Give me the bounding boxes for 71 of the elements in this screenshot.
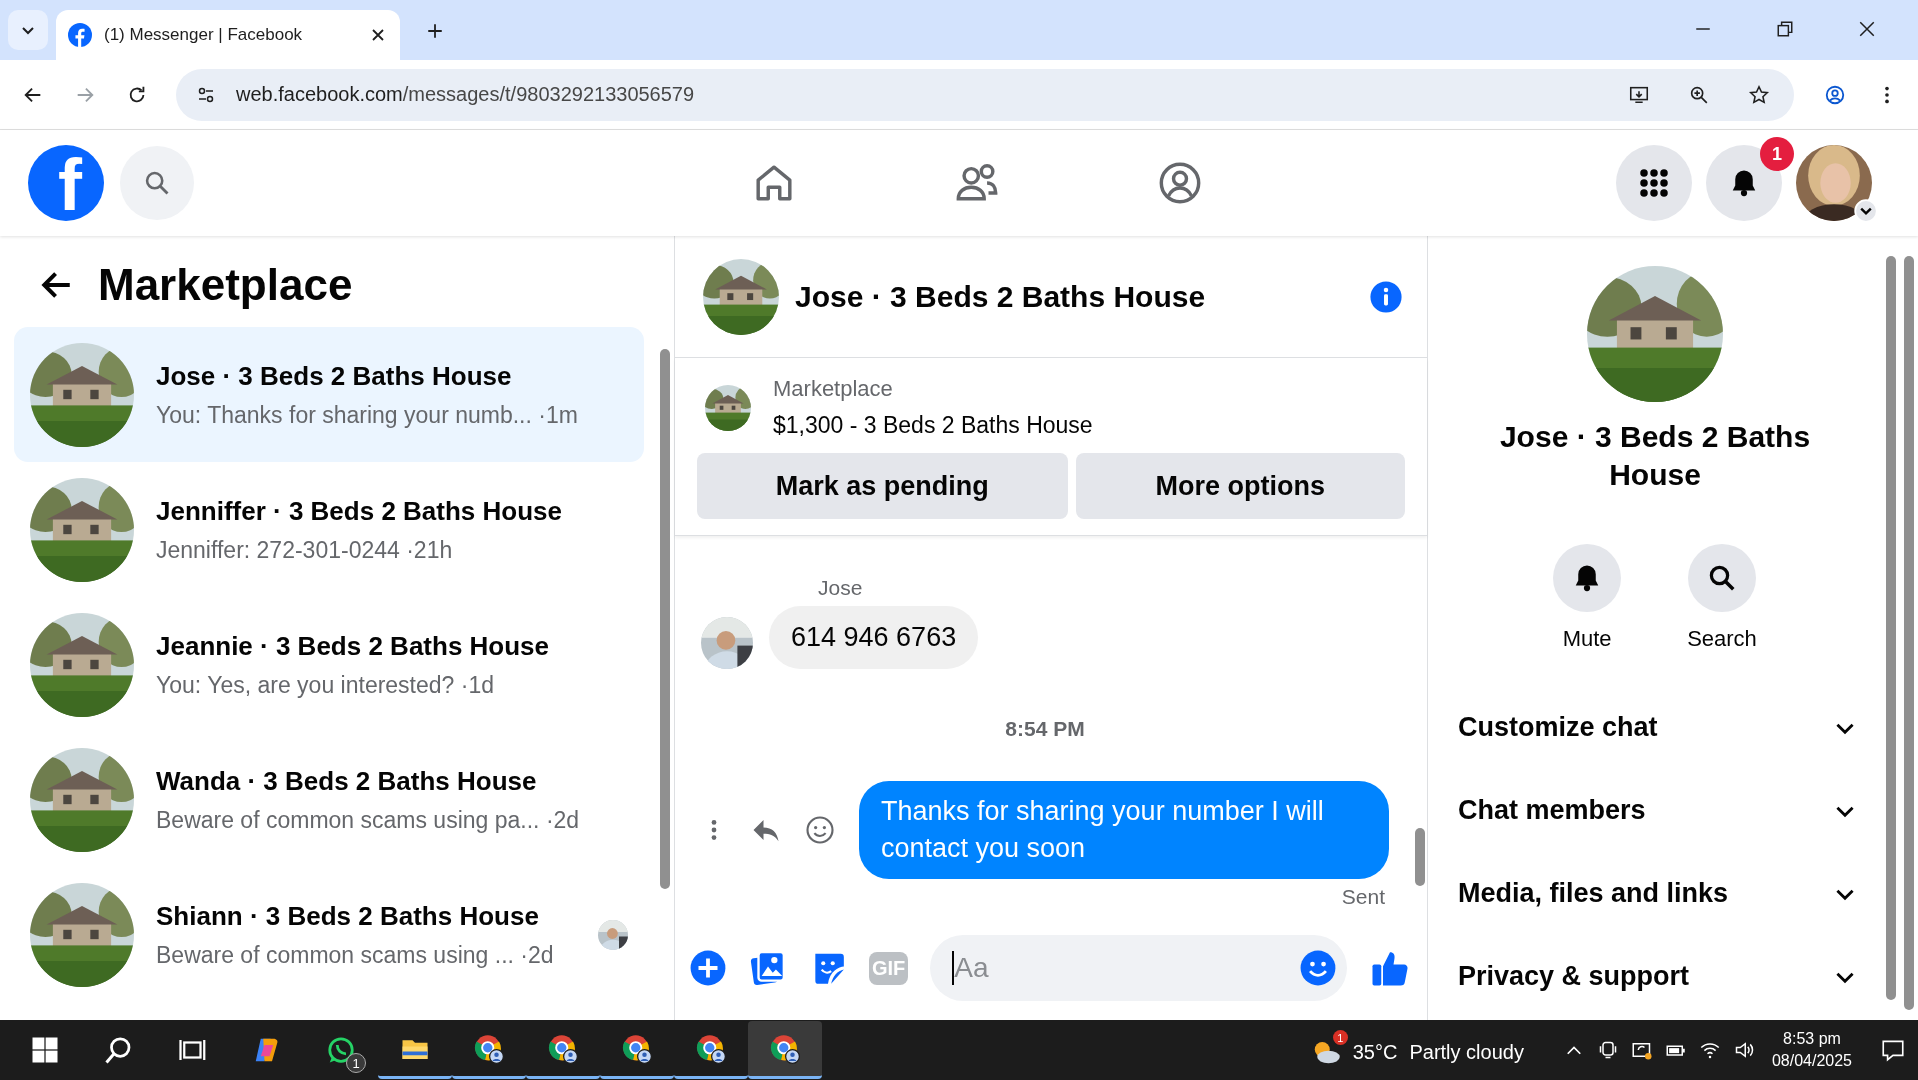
- chevron-down-icon[interactable]: [1854, 199, 1878, 223]
- facebook-logo[interactable]: f: [28, 145, 104, 221]
- conversation-name: Jose · 3 Beds 2 Baths House: [156, 360, 513, 392]
- bookmark-star-icon[interactable]: [1748, 83, 1770, 106]
- action-label: Mute: [1562, 626, 1612, 652]
- conversation-name: Jeannie · 3 Beds 2 Baths House: [156, 630, 551, 662]
- more-options-button[interactable]: More options: [1075, 453, 1405, 519]
- emoji-icon[interactable]: [805, 815, 835, 845]
- new-tab-icon[interactable]: [426, 22, 444, 40]
- close-icon[interactable]: [1858, 20, 1876, 38]
- section-header[interactable]: Privacy & support: [1458, 935, 1858, 1018]
- message-timestamp: 8:54 PM: [1005, 717, 1085, 741]
- device-icon[interactable]: [1597, 1040, 1618, 1060]
- grid-icon: [1639, 168, 1669, 198]
- listing-title: $1,300 - 3 Beds 2 Baths House: [773, 412, 1093, 439]
- sidebar-title: Marketplace: [98, 259, 353, 310]
- info-icon[interactable]: [1369, 279, 1403, 314]
- profile-circle-icon[interactable]: [1157, 160, 1203, 206]
- chat-title: Jose · 3 Beds 2 Baths House: [795, 279, 1206, 314]
- taskbar-app[interactable]: [748, 1021, 822, 1079]
- weather-widget[interactable]: 1 35°C Partly cloudy: [1306, 1027, 1528, 1073]
- section-header[interactable]: Chat members: [1458, 769, 1858, 852]
- mark-pending-button[interactable]: Mark as pending: [697, 453, 1068, 519]
- plus-icon[interactable]: [689, 949, 727, 987]
- sender-name: Jose: [818, 576, 864, 600]
- search-icon: [1707, 563, 1737, 593]
- address-field[interactable]: web.facebook.com/messages/t/9803292133056579: [176, 68, 1794, 121]
- close-icon[interactable]: [370, 27, 386, 43]
- section-header[interactable]: Customize chat: [1458, 686, 1858, 769]
- contact-name: Jose · 3 Beds 2 Baths House: [1498, 419, 1812, 493]
- browser-icon: [696, 1033, 726, 1064]
- conversation-item[interactable]: Wanda · 3 Beds 2 Baths House Beware of common scams using pa... ·2d: [14, 732, 644, 867]
- message-bubble: Thanks for sharing your number I will contact you soon: [859, 781, 1389, 879]
- conversation-item[interactable]: Jenniffer · 3 Beds 2 Baths House Jenniffer: 272-301-0244 ·21h: [14, 462, 644, 597]
- browser-icon: [622, 1033, 652, 1064]
- message-status: Sent: [1341, 885, 1385, 909]
- conversation-preview: Beware of common scams using pa... ·2d: [156, 806, 581, 834]
- conversation-preview: Jenniffer: 272-301-0244 ·21h: [156, 536, 454, 564]
- emoji-icon[interactable]: [1299, 949, 1337, 987]
- conversation-name: Jenniffer · 3 Beds 2 Baths House: [156, 495, 563, 527]
- action-label: Search: [1687, 626, 1757, 652]
- browser-tab[interactable]: (1) Messenger | Facebook: [56, 10, 400, 60]
- conversation-item[interactable]: Jose · 3 Beds 2 Baths House You: Thanks for sharing your numb... ·1m: [14, 327, 644, 462]
- conversation-preview: You: Thanks for sharing your numb... ·1m: [156, 401, 579, 429]
- facebook-icon: [68, 23, 92, 47]
- wifi-icon[interactable]: [1699, 1040, 1720, 1060]
- conversation-preview: You: Yes, are you interested? ·1d: [156, 671, 495, 699]
- clock-time: 8:53 pm: [1783, 1029, 1841, 1049]
- weather-badge: 1: [1332, 1030, 1348, 1045]
- conversation-item[interactable]: Shiann · 3 Beds 2 Baths House Beware of common scams using ... ·2d: [14, 867, 644, 1002]
- listing-label: Marketplace: [773, 376, 894, 402]
- browser-icon: [548, 1033, 578, 1064]
- windows-icon: [30, 1035, 60, 1065]
- app-badge: 1: [346, 1053, 366, 1073]
- conversation-item[interactable]: Jeannie · 3 Beds 2 Baths House You: Yes, are you interested? ·1d: [14, 597, 644, 732]
- taskbar-app[interactable]: 1: [304, 1021, 378, 1079]
- search-icon: [143, 169, 171, 197]
- browser-icon: [770, 1033, 800, 1064]
- profile-icon[interactable]: [1824, 83, 1846, 106]
- notification-badge: 1: [1760, 137, 1794, 171]
- conversation-name: Shiann · 3 Beds 2 Baths House: [156, 900, 540, 932]
- tab-title: (1) Messenger | Facebook: [104, 25, 304, 45]
- restore-icon[interactable]: [1776, 20, 1794, 38]
- volume-icon[interactable]: [1733, 1040, 1754, 1060]
- section-header[interactable]: Media, files and links: [1458, 852, 1858, 935]
- browser-icon: [474, 1033, 504, 1064]
- sync-icon[interactable]: [1631, 1040, 1652, 1060]
- message-bubble: 614 946 6763: [769, 606, 979, 669]
- conversation-preview: Beware of common scams using ... ·2d: [156, 941, 555, 969]
- clock-date: 08/04/2025: [1771, 1051, 1852, 1071]
- conversation-name: Wanda · 3 Beds 2 Baths House: [156, 765, 538, 797]
